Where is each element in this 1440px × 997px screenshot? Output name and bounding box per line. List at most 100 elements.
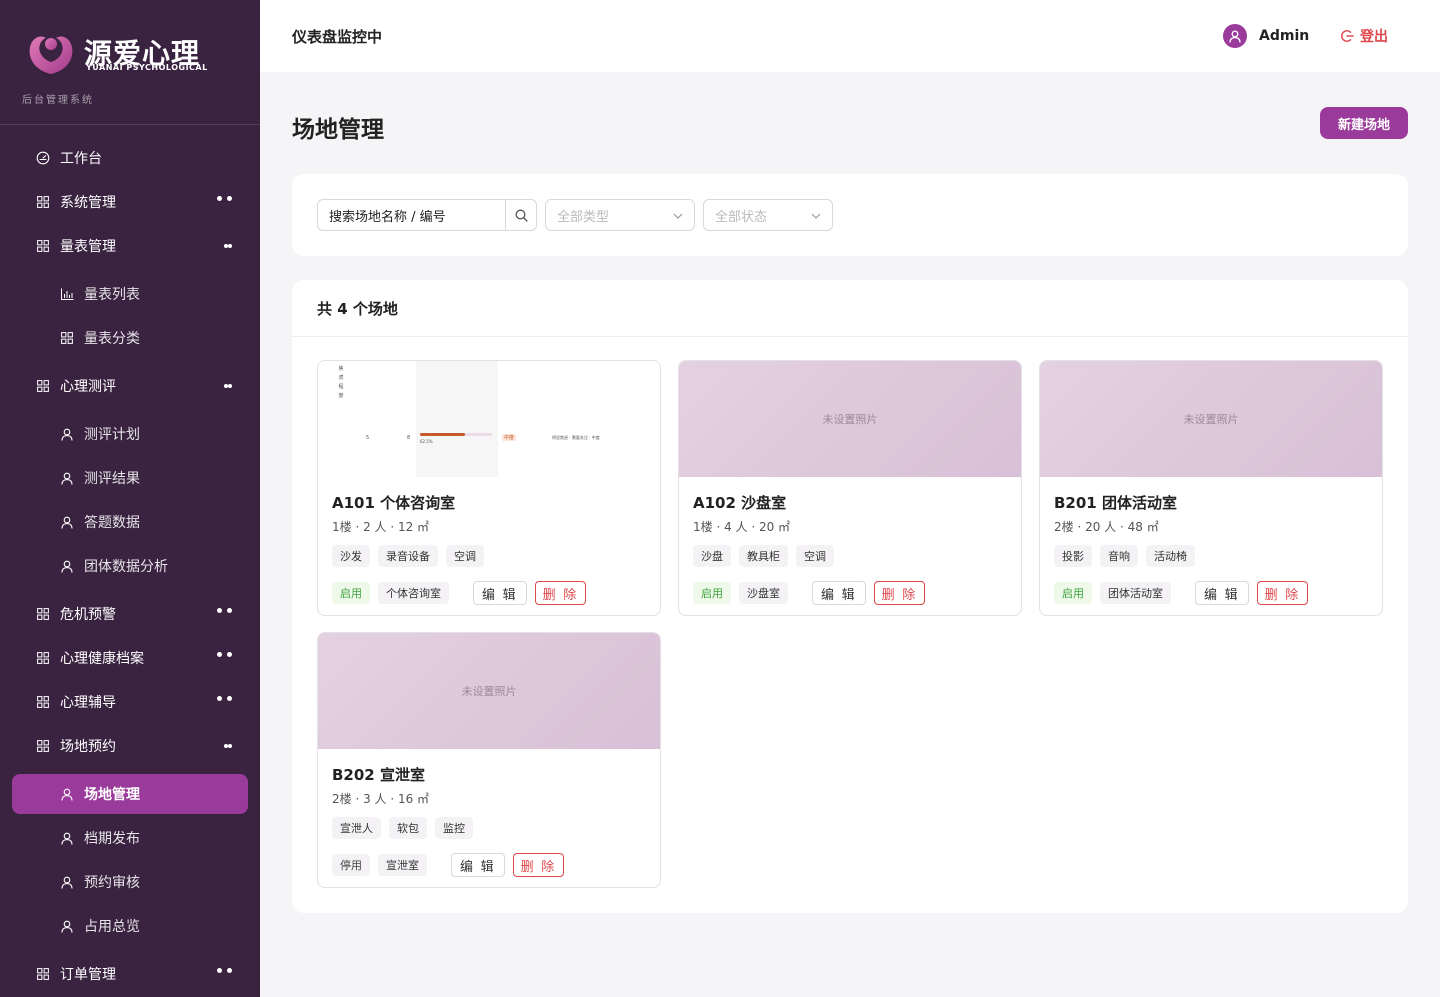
status-badge: 启用 [1054, 582, 1092, 604]
venue-type-badge: 团体活动室 [1100, 582, 1171, 604]
sidebar-item-label: 预约审核 [84, 875, 140, 891]
user-icon [60, 919, 74, 933]
sidebar-item-label: 量表列表 [84, 287, 140, 303]
logout-label: 登出 [1360, 29, 1388, 45]
sidebar-item-16[interactable]: 预约审核 [12, 862, 248, 902]
venue-card[interactable]: 焦虑程度 5 8 62.5% 中度 明显焦虑 · 需要关注 · 中度 A101 … [317, 360, 661, 616]
expanded-indicator-icon [224, 740, 232, 748]
sidebar-item-4[interactable]: 量表分类 [12, 318, 248, 358]
search-button[interactable] [506, 200, 536, 230]
photo-thumb-note: 明显焦虑 · 需要关注 · 中度 [552, 435, 600, 440]
sidebar-item-7[interactable]: 测评结果 [12, 458, 248, 498]
chevron-down-icon [811, 213, 821, 219]
sidebar-item-2[interactable]: 量表管理 [12, 226, 248, 266]
venue-type-badge: 个体咨询室 [378, 582, 449, 604]
dashboard-icon [36, 151, 50, 165]
photo-thumb-count-a: 5 [366, 435, 370, 441]
delete-button[interactable]: 删 除 [534, 581, 587, 605]
sidebar-item-8[interactable]: 答题数据 [12, 502, 248, 542]
venue-card[interactable]: 未设置照片 B202 宣泄室 2楼 · 3 人 · 16 ㎡ 宣泄人 软包 监控… [317, 632, 661, 888]
grid-icon [36, 239, 50, 253]
venue-tag: 沙发 [332, 545, 370, 567]
venue-meta: 1楼 · 2 人 · 12 ㎡ [332, 520, 430, 534]
delete-button[interactable]: 删 除 [512, 853, 565, 877]
venue-actions: 启用 个体咨询室 编 辑 删 除 [332, 581, 587, 605]
photo-thumb-column [416, 361, 498, 477]
venue-actions: 启用 沙盘室 编 辑 删 除 [693, 581, 926, 605]
status-select[interactable]: 全部状态 [703, 199, 833, 231]
venue-meta: 2楼 · 3 人 · 16 ㎡ [332, 792, 430, 806]
sidebar-item-9[interactable]: 团体数据分析 [12, 546, 248, 586]
sidebar-item-label: 量表管理 [60, 239, 116, 255]
sidebar-item-label: 系统管理 [60, 195, 116, 211]
venue-tag: 音响 [1100, 545, 1138, 567]
edit-button[interactable]: 编 辑 [473, 581, 527, 605]
collapsed-indicator-icon [217, 196, 232, 201]
delete-button[interactable]: 删 除 [1256, 581, 1309, 605]
sidebar-item-label: 测评计划 [84, 427, 140, 443]
venue-name: A102 沙盘室 [693, 494, 787, 512]
sidebar-item-0[interactable]: 工作台 [12, 138, 248, 178]
venue-card[interactable]: 未设置照片 B201 团体活动室 2楼 · 20 人 · 48 ㎡ 投影 音响 … [1039, 360, 1383, 616]
user-icon [60, 787, 74, 801]
sidebar-item-17[interactable]: 占用总览 [12, 906, 248, 946]
venue-tags: 投影 音响 活动椅 [1054, 545, 1195, 567]
sidebar: 源爱心理 YUANAI PSYCHOLOGICAL 后台管理系统 工作台系统管理… [0, 0, 260, 997]
grid-icon [36, 739, 50, 753]
sidebar-item-label: 量表分类 [84, 331, 140, 347]
grid-icon [36, 607, 50, 621]
collapsed-indicator-icon [217, 696, 232, 701]
expanded-indicator-icon [224, 380, 232, 388]
sidebar-item-5[interactable]: 心理测评 [12, 366, 248, 406]
sidebar-item-1[interactable]: 系统管理 [12, 182, 248, 222]
user-icon [1229, 30, 1241, 43]
venue-photo: 焦虑程度 5 8 62.5% 中度 明显焦虑 · 需要关注 · 中度 [318, 361, 660, 477]
header-title: 仪表盘监控中 [292, 28, 383, 46]
collapsed-indicator-icon [217, 968, 232, 973]
sidebar-item-label: 危机预警 [60, 607, 116, 623]
bar-chart-icon [60, 287, 74, 301]
user-icon [60, 515, 74, 529]
sidebar-item-3[interactable]: 量表列表 [12, 274, 248, 314]
venue-type-badge: 沙盘室 [739, 582, 788, 604]
sidebar-item-label: 场地预约 [60, 739, 116, 755]
search-input[interactable] [318, 200, 506, 230]
sidebar-item-18[interactable]: 订单管理 [12, 954, 248, 994]
venue-tag: 活动椅 [1146, 545, 1195, 567]
status-select-placeholder: 全部状态 [715, 209, 768, 225]
venue-tag: 软包 [389, 817, 427, 839]
sidebar-item-active[interactable]: 场地管理 [12, 774, 248, 814]
delete-button[interactable]: 删 除 [873, 581, 926, 605]
venue-photo-placeholder: 未设置照片 [318, 633, 660, 749]
sidebar-item-10[interactable]: 危机预警 [12, 594, 248, 634]
collapsed-indicator-icon [217, 608, 232, 613]
user-icon [60, 875, 74, 889]
sidebar-item-12[interactable]: 心理辅导 [12, 682, 248, 722]
sidebar-item-15[interactable]: 档期发布 [12, 818, 248, 858]
venue-card[interactable]: 未设置照片 A102 沙盘室 1楼 · 4 人 · 20 ㎡ 沙盘 教具柜 空调… [678, 360, 1022, 616]
edit-button[interactable]: 编 辑 [1195, 581, 1249, 605]
venue-type-badge: 宣泄室 [378, 854, 427, 876]
logo-icon [29, 36, 73, 74]
venue-tags: 沙发 录音设备 空调 [332, 545, 484, 567]
sidebar-item-11[interactable]: 心理健康档案 [12, 638, 248, 678]
edit-button[interactable]: 编 辑 [812, 581, 866, 605]
new-venue-button[interactable]: 新建场地 [1320, 107, 1408, 139]
photo-thumb-percent: 62.5% [420, 439, 433, 444]
sidebar-item-label: 档期发布 [84, 831, 140, 847]
sidebar-item-6[interactable]: 测评计划 [12, 414, 248, 454]
top-header: 仪表盘监控中 Admin 登出 [260, 0, 1440, 72]
avatar[interactable] [1223, 24, 1247, 48]
sidebar-item-label: 答题数据 [84, 515, 140, 531]
edit-button[interactable]: 编 辑 [451, 853, 505, 877]
sidebar-item-label: 工作台 [60, 151, 102, 167]
venue-tag: 录音设备 [378, 545, 438, 567]
sidebar-item-13[interactable]: 场地预约 [12, 726, 248, 766]
type-select[interactable]: 全部类型 [545, 199, 695, 231]
logout-button[interactable]: 登出 [1340, 26, 1388, 46]
brand: 源爱心理 YUANAI PSYCHOLOGICAL 后台管理系统 [0, 0, 260, 125]
photo-thumb-bar [420, 433, 492, 436]
venue-meta: 2楼 · 20 人 · 48 ㎡ [1054, 520, 1159, 534]
admin-name[interactable]: Admin [1259, 28, 1309, 44]
venue-name: A101 个体咨询室 [332, 494, 456, 512]
